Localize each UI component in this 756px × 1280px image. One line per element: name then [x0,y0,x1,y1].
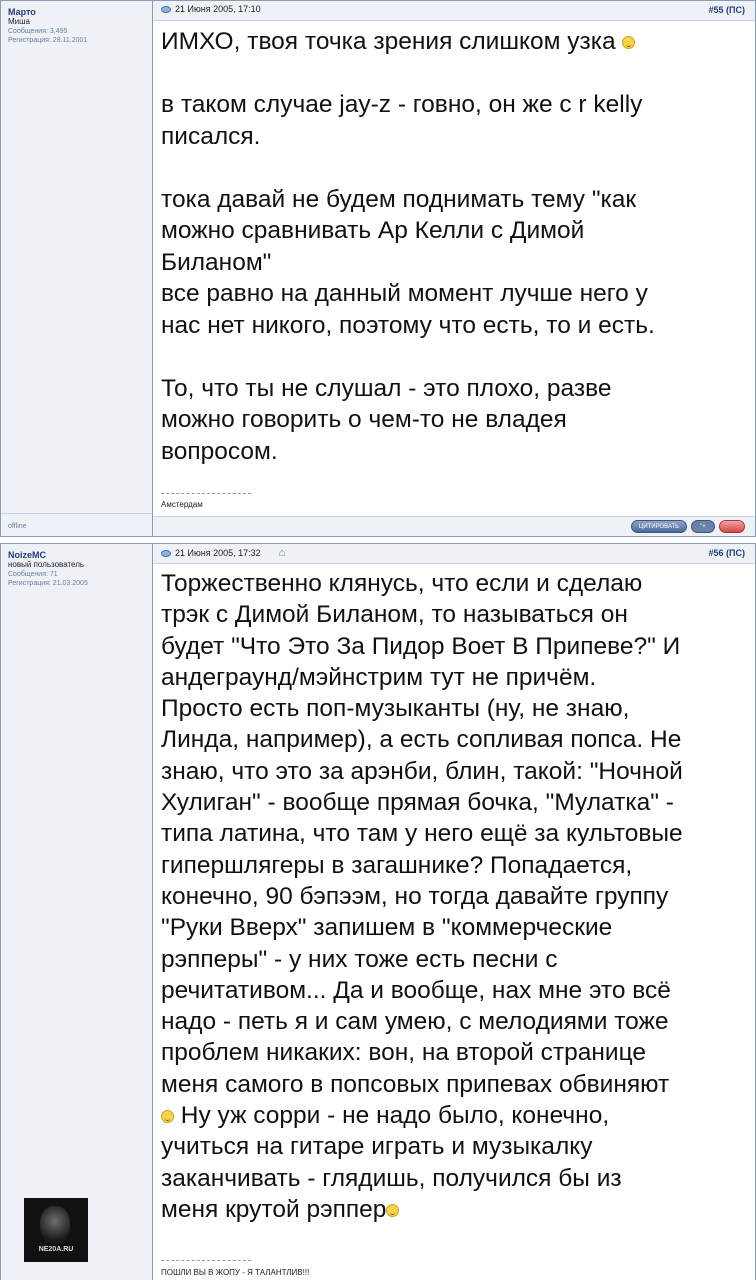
smile-icon [386,1203,400,1217]
signature-divider [161,1260,251,1261]
user-info-panel: NoizeMC новый пользователь Сообщения: 71… [1,544,153,1280]
message-line: учиться на гитаре играть и музыкалку [161,1133,593,1161]
message-paragraph: тока давай не будем поднимать тему "как … [161,184,745,342]
message-paragraph: То, что ты не слушал - это плохо, разве … [161,373,745,468]
message-line: Хулиган" - вообще прямая бочка, "Мулатка… [161,789,674,817]
ps-link[interactable]: (ПС) [726,5,745,15]
avatar-logo: NE20A.RU [38,1246,74,1253]
post-number-link[interactable]: #55 [708,5,723,15]
message-line: меня самого в попсовых припевах обвиняют [161,1070,670,1098]
message-line: все равно на данный момент лучше него у [161,280,648,307]
post-number-link[interactable]: #56 [708,548,723,558]
post-icon [161,5,171,13]
post-header: 21 Июня 2005, 17:10 #55 (ПС) [153,1,755,21]
signature: Амстердам [161,500,203,509]
message-paragraph: ИМХО, твоя точка зрения слишком узка [161,26,745,58]
post-number[interactable]: #55 (ПС) [708,5,745,15]
user-title: Миша [8,17,30,26]
divider [1,513,152,514]
message-line: трэк с Димой Биланом, то называться он [161,601,628,629]
message-line: ИМХО, твоя точка зрения слишком узка [161,26,745,58]
message-text: Ну уж сорри - не надо было, конечно, [174,1102,610,1130]
message-line: заканчивать - глядишь, получился бы из [161,1164,622,1192]
smile-icon [161,1110,174,1124]
message-text: меня крутой рэппер [161,1195,387,1223]
message-line: тока давай не будем поднимать тему "как [161,185,637,213]
post-date-text: 21 Июня 2005, 17:10 [175,4,261,14]
user-info-panel: Марто Миша Сообщения: 3,495 Регистрация:… [1,1,153,536]
message-line: вопросом. [161,437,278,465]
message-line: Просто есть поп-музыканты (ну, не знаю, [161,695,630,723]
message-line: андеграунд/мэйнстрим тут не причём. [161,663,597,691]
message-line: писался. [161,122,261,150]
username-link[interactable]: Марто [8,7,36,17]
quote-button[interactable]: ЦИТИРОВАТЬ [631,520,687,533]
message-line: проблем никаких: вон, на второй странице [161,1039,646,1067]
message-line: То, что ты не слушал - это плохо, разве [161,374,612,402]
forum-post: Марто Миша Сообщения: 3,495 Регистрация:… [0,0,756,537]
avatar-face [40,1206,70,1244]
message-line: Линда, например), а есть сопливая попса.… [161,726,682,754]
message-line: "Руки Вверх" запишем в "коммерческие [161,914,613,942]
post-content: 21 Июня 2005, 17:10 #55 (ПС) ИМХО, твоя … [153,1,755,536]
post-date: 21 Июня 2005, 17:10 [161,4,261,14]
user-registration-date: Регистрация: 28.11.2001 [8,37,88,44]
ps-link[interactable]: (ПС) [726,548,745,558]
post-number[interactable]: #56 (ПС) [708,548,745,558]
signature: ПОШЛИ ВЫ В ЖОПУ - Я ТАЛАНТЛИВ!!! [161,1268,310,1277]
message-paragraph: в таком случае jay-z - говно, он же с r … [161,89,745,152]
message-line: типа латина, что там у него ещё за культ… [161,820,683,848]
post-date-text: 21 Июня 2005, 17:32 [175,548,261,558]
signature-divider [161,493,251,494]
multiquote-button[interactable]: "+ [691,520,715,533]
message-line: знаю, что это за арэнби, блин, такой: "Н… [161,757,683,785]
user-registration-date: Регистрация: 21.03.2005 [8,580,88,587]
post-icon [161,549,171,557]
online-status: offline [8,523,27,530]
post-footer: ЦИТИРОВАТЬ "+ [153,516,755,536]
message-line: рэпперы" - у них тоже есть песни с [161,945,558,973]
message-line: будет "Что Это За Пидор Воет В Припеве?"… [161,632,681,660]
post-message: ИМХО, твоя точка зрения слишком узка в т… [161,26,745,499]
user-title: новый пользователь [8,560,85,569]
message-line: Торжественно клянусь, что если и сделаю [161,570,643,597]
avatar: NE20A.RU [24,1198,88,1262]
forum-post: NoizeMC новый пользователь Сообщения: 71… [0,543,756,1280]
post-message: Торжественно клянусь, что если и сделаю … [161,568,745,1225]
message-line: можно сравнивать Ар Келли с Димой [161,217,585,244]
username-link[interactable]: NoizeMC [8,550,46,560]
post-date: 21 Июня 2005, 17:32 ⌂ [161,547,285,559]
message-line: в таком случае jay-z - говно, он же с r … [161,91,643,118]
home-icon[interactable]: ⌂ [279,547,286,559]
message-line: Биланом" [161,248,272,276]
user-message-count: Сообщения: 3,495 [8,28,68,35]
message-text: ИМХО, твоя точка зрения слишком узка [161,28,616,55]
user-message-count: Сообщения: 71 [8,571,58,578]
report-button[interactable] [719,520,745,533]
post-header: 21 Июня 2005, 17:32 ⌂ #56 (ПС) [153,544,755,564]
message-line: можно говорить о чем-то не владея [161,406,567,433]
post-content: 21 Июня 2005, 17:32 ⌂ #56 (ПС) Торжестве… [153,544,755,1280]
message-line: гипершлягеры в загашнике? Попадается, [161,851,633,879]
message-line: нас нет никого, поэтому что есть, то и е… [161,311,655,339]
smile-icon [622,36,636,50]
message-line: Ну уж сорри - не надо было, конечно, [161,1100,745,1131]
message-line: меня крутой рэппер [161,1194,745,1225]
message-line: конечно, 90 бэпээм, но тогда давайте гру… [161,882,669,910]
message-line: речитативом... Да и вообще, нах мне это … [161,976,671,1004]
message-line: надо - петь я и сам умею, с мелодиями то… [161,1008,669,1036]
